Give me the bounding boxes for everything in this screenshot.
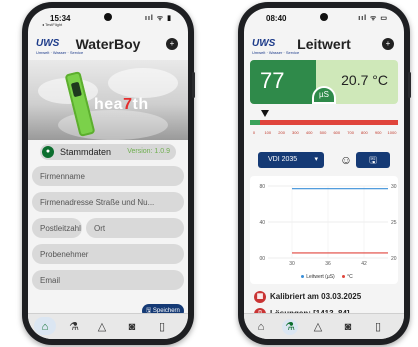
city-field[interactable]: Ort bbox=[86, 218, 184, 238]
section-header[interactable]: ● Stammdaten Version: 1.0.9 bbox=[40, 144, 176, 160]
camera-notch bbox=[104, 13, 112, 21]
x-tick: 42 bbox=[361, 261, 367, 267]
chart-legend: Leitwert (µS) °C bbox=[250, 274, 398, 280]
document-icon[interactable]: ▯ bbox=[370, 319, 386, 335]
tab-bar: ⌂ ⚗ △ ◙ ▯ bbox=[28, 313, 188, 339]
flask-icon[interactable]: ⚗ bbox=[282, 319, 298, 335]
scale-tick-label: 0 bbox=[252, 130, 256, 135]
right-phone: 08:40 ııl ᯤ ▭ UWS Umwelt · Wasser · Serv… bbox=[238, 2, 411, 345]
line-chart: 80 30 40 25 00 20 30 36 42 bbox=[259, 184, 397, 267]
camera-icon[interactable]: ◙ bbox=[124, 319, 140, 335]
smiley-icon[interactable]: ☺ bbox=[338, 152, 354, 168]
cloud-shape bbox=[108, 68, 178, 98]
status-time: 08:40 bbox=[266, 14, 287, 23]
person-icon: ● bbox=[42, 146, 54, 158]
scale-tick-label: 300 bbox=[292, 130, 299, 135]
status-icons: ııl ᯤ ▭ bbox=[358, 15, 388, 22]
scale-ticks: 0 100 200 300 400 500 600 700 800 900 1000 bbox=[250, 130, 398, 138]
email-field[interactable]: Email bbox=[32, 270, 184, 290]
x-tick: 36 bbox=[325, 261, 331, 267]
tab-bar: ⌂ ⚗ △ ◙ ▯ bbox=[244, 313, 404, 339]
section-label: Stammdaten bbox=[60, 147, 112, 157]
conductivity-readout: 77 µS 20.7 °C bbox=[250, 60, 398, 104]
controls-row: VDI 2035 ▾ ☺ 🖫 bbox=[250, 152, 398, 170]
temperature-value: 20.7 °C bbox=[341, 72, 388, 88]
status-bar: 15:34 ◂ TestFlight ııl ᯤ ▮ bbox=[28, 8, 188, 27]
side-button bbox=[192, 72, 195, 98]
scale-tick-label: 900 bbox=[374, 130, 382, 135]
page-title: Leitwert bbox=[297, 36, 351, 52]
standard-select[interactable]: VDI 2035 ▾ bbox=[258, 152, 324, 168]
conductivity-scale: 0 100 200 300 400 500 600 700 800 900 1000 bbox=[250, 110, 398, 140]
app-header: UWS Umwelt · Wasser · Service WaterBoy + bbox=[28, 28, 188, 58]
y-tick-left: 80 bbox=[259, 184, 265, 190]
status-icons: ııl ᯤ ▮ bbox=[145, 15, 172, 22]
company-address-field[interactable]: Firmenadresse Straße und Nu... bbox=[32, 192, 184, 212]
page-title: WaterBoy bbox=[75, 36, 141, 52]
flask-icon[interactable]: ⚗ bbox=[66, 319, 82, 335]
postal-code-field[interactable]: Postleitzahl bbox=[32, 218, 82, 238]
home-icon[interactable]: ⌂ bbox=[37, 319, 53, 335]
flask-alt-icon[interactable]: △ bbox=[94, 319, 110, 335]
home-icon[interactable]: ⌂ bbox=[253, 319, 269, 335]
scale-tick-label: 100 bbox=[264, 130, 272, 135]
legend-label: °C bbox=[347, 274, 353, 280]
unit-badge: µS bbox=[312, 86, 336, 104]
y-tick-right: 25 bbox=[391, 220, 397, 226]
camera-icon[interactable]: ◙ bbox=[340, 319, 356, 335]
left-phone: 15:34 ◂ TestFlight ııl ᯤ ▮ UWS Umwelt · … bbox=[22, 2, 195, 345]
scale-tick-label: 800 bbox=[361, 130, 368, 135]
settings-plus-icon[interactable]: + bbox=[382, 38, 394, 50]
legend-dot bbox=[301, 275, 305, 279]
chevron-down-icon: ▾ bbox=[314, 156, 318, 163]
legend-dot bbox=[342, 275, 346, 279]
scale-tick-label: 600 bbox=[333, 130, 341, 135]
camera-notch bbox=[320, 13, 328, 21]
status-bar: 08:40 ııl ᯤ ▭ bbox=[244, 8, 404, 26]
scale-tick-label: 400 bbox=[305, 130, 313, 135]
company-name-field[interactable]: Firmenname bbox=[32, 166, 184, 186]
flask-alt-icon[interactable]: △ bbox=[310, 319, 326, 335]
app-header: UWS Umwelt · Wasser · Service Leitwert + bbox=[244, 28, 404, 58]
scale-bar bbox=[250, 120, 398, 125]
status-sub: ◂ TestFlight bbox=[42, 22, 63, 27]
y-tick-right: 20 bbox=[391, 256, 397, 262]
conductivity-value: 77 bbox=[260, 68, 285, 93]
brand-logo: hea7th bbox=[94, 96, 149, 113]
settings-plus-icon[interactable]: + bbox=[166, 38, 178, 50]
y-tick-left: 00 bbox=[259, 256, 265, 262]
left-screen: 15:34 ◂ TestFlight ııl ᯤ ▮ UWS Umwelt · … bbox=[28, 8, 188, 339]
stage: 15:34 ◂ TestFlight ııl ᯤ ▮ UWS Umwelt · … bbox=[0, 0, 418, 347]
scale-marker-icon bbox=[260, 110, 269, 117]
right-screen: 08:40 ııl ᯤ ▭ UWS Umwelt · Wasser · Serv… bbox=[244, 8, 404, 339]
standard-select-value: VDI 2035 bbox=[268, 156, 298, 163]
calibration-text: Kalibriert am 03.03.2025 bbox=[270, 292, 362, 301]
side-button bbox=[408, 72, 411, 98]
save-icon-button[interactable]: 🖫 bbox=[356, 152, 390, 168]
scale-tick-label: 200 bbox=[278, 130, 285, 135]
calibration-info: ▦ Kalibriert am 03.03.2025 bbox=[254, 290, 398, 304]
scale-tick-label: 1000 bbox=[387, 130, 397, 135]
calendar-icon: ▦ bbox=[254, 291, 266, 303]
scale-tick-label: 700 bbox=[347, 130, 354, 135]
scale-tick-label: 500 bbox=[319, 130, 327, 135]
hero-banner: hea7th bbox=[28, 60, 188, 140]
y-tick-right: 30 bbox=[391, 184, 397, 190]
version-text: Version: 1.0.9 bbox=[127, 148, 170, 155]
legend-label: Leitwert (µS) bbox=[306, 274, 335, 280]
chart-panel: 80 30 40 25 00 20 30 36 42 Leitwert (µS) °C bbox=[250, 176, 398, 284]
sampler-field[interactable]: Probenehmer bbox=[32, 244, 184, 264]
x-tick: 30 bbox=[289, 261, 295, 267]
scale-green-segment bbox=[250, 120, 260, 125]
document-icon[interactable]: ▯ bbox=[154, 319, 170, 335]
y-tick-left: 40 bbox=[259, 220, 265, 226]
